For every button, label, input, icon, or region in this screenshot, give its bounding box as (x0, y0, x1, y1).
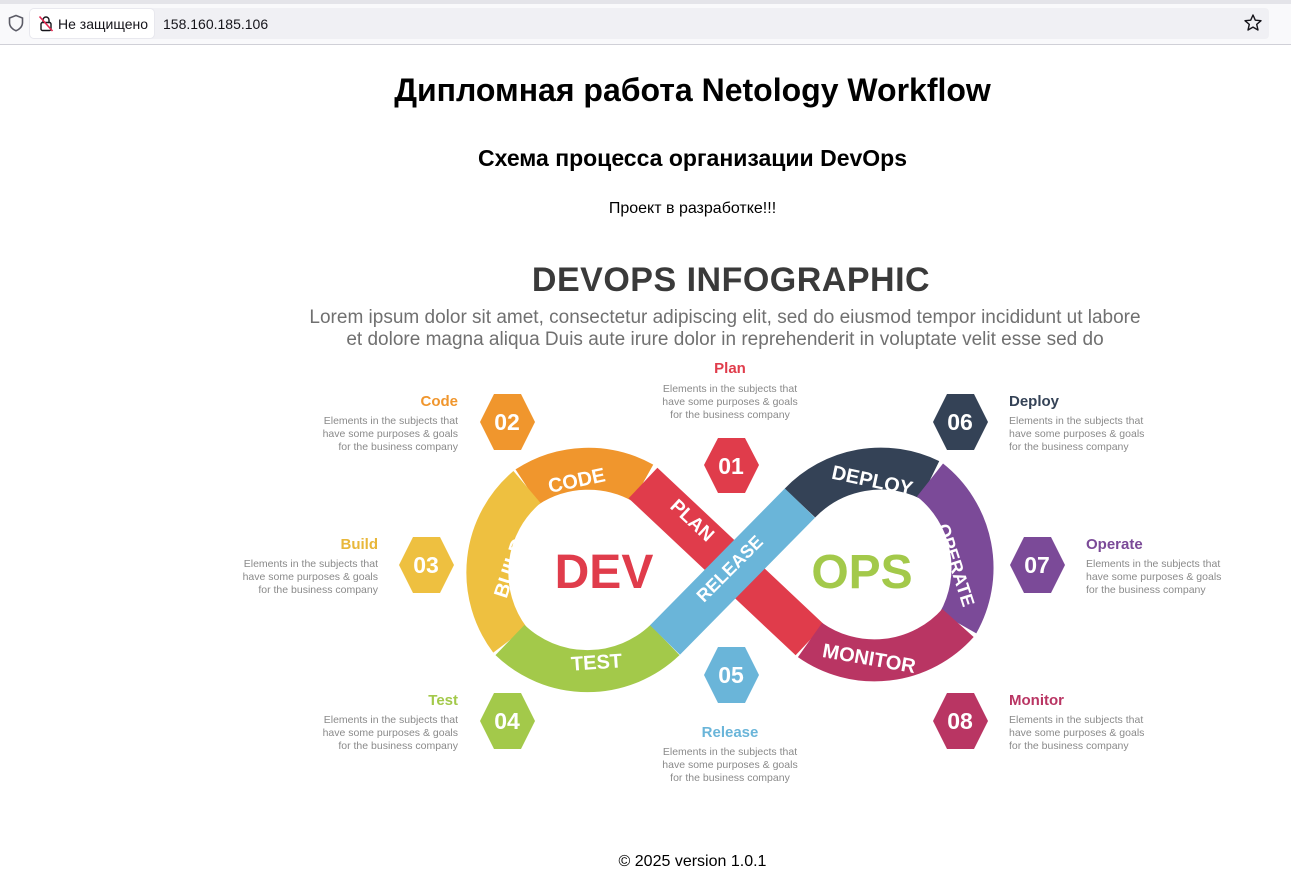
tracking-protection-shield-icon[interactable] (7, 14, 25, 32)
step-title-plan: Plan (714, 360, 746, 377)
step-badge-08: 08 (933, 693, 988, 749)
page-title: Дипломная работа Netology Workflow (394, 72, 991, 108)
insecure-lock-icon (38, 15, 54, 32)
step-badge-01: 01 (704, 438, 759, 493)
address-bar[interactable]: Не защищено 158.160.185.106 (30, 8, 1269, 39)
badge-number: 07 (1024, 552, 1050, 578)
badge-number: 05 (718, 662, 744, 688)
step-title-deploy: Deploy (1009, 393, 1060, 410)
step-desc-operate: Elements in the subjects that have some … (1086, 558, 1222, 596)
step-desc-monitor: Elements in the subjects that have some … (1009, 714, 1145, 752)
step-badge-02: 02 (480, 394, 535, 450)
step-title-monitor: Monitor (1009, 692, 1064, 709)
badge-number: 06 (947, 409, 973, 435)
badge-number: 04 (494, 708, 520, 734)
step-badge-05: 05 (704, 647, 759, 703)
step-title-test: Test (428, 692, 458, 709)
url-text[interactable]: 158.160.185.106 (163, 16, 268, 32)
step-desc-build: Elements in the subjects that have some … (242, 558, 378, 596)
tab-strip-edge (0, 0, 1291, 4)
page-subtitle: Схема процесса организации DevOps (477, 145, 908, 171)
badge-number: 01 (718, 453, 744, 479)
test-loop-label: TEST (570, 650, 623, 676)
bookmark-star-icon[interactable] (1243, 13, 1263, 33)
step-desc-test: Elements in the subjects that have some … (322, 714, 458, 752)
step-desc-deploy: Elements in the subjects that have some … (1009, 415, 1145, 453)
ops-label: OPS (811, 546, 912, 599)
badge-number: 02 (494, 409, 520, 435)
step-desc-plan: Elements in the subjects that have some … (662, 383, 798, 421)
badge-number: 03 (413, 552, 439, 578)
step-title-build: Build (340, 536, 379, 553)
dev-label: DEV (555, 546, 654, 599)
site-security-button[interactable]: Не защищено (30, 9, 154, 38)
security-label: Не защищено (58, 16, 148, 32)
step-badge-06: 06 (933, 394, 988, 450)
step-title-code: Code (420, 393, 459, 410)
step-title-operate: Operate (1086, 536, 1143, 553)
page-footer: © 2025 version 1.0.1 (618, 853, 767, 870)
step-badge-07: 07 (1010, 537, 1065, 593)
step-desc-code: Elements in the subjects that have some … (322, 415, 458, 453)
browser-toolbar: Не защищено 158.160.185.106 (0, 0, 1291, 45)
step-badge-04: 04 (480, 693, 535, 749)
devops-infographic-image: DEVOPS INFOGRAPHIC Lorem ipsum dolor sit… (240, 255, 1230, 800)
step-desc-release: Elements in the subjects that have some … (662, 746, 798, 784)
status-note: Проект в разработке!!! (608, 200, 777, 217)
step-title-release: Release (701, 724, 759, 741)
badge-number: 08 (947, 708, 973, 734)
step-badge-03: 03 (399, 537, 454, 593)
